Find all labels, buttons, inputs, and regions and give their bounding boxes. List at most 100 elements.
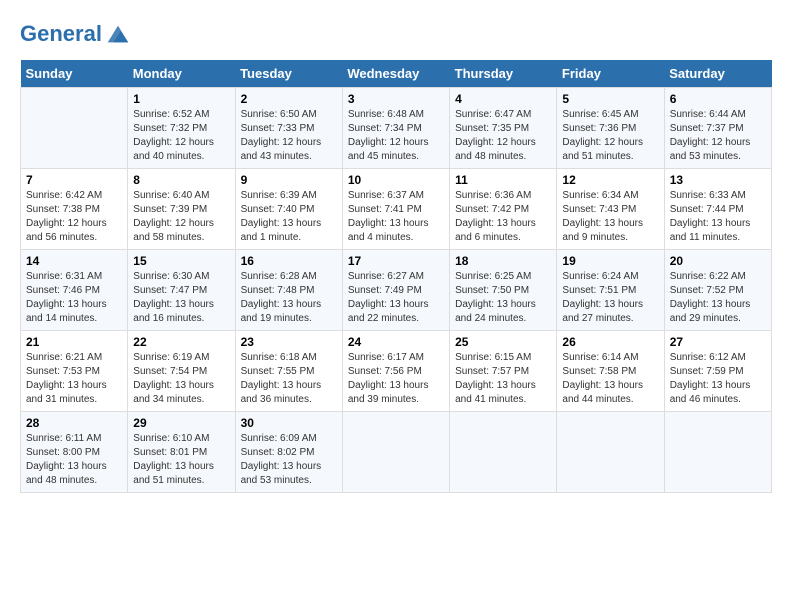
day-number: 17 xyxy=(348,254,444,268)
day-number: 29 xyxy=(133,416,229,430)
day-info: Sunrise: 6:10 AMSunset: 8:01 PMDaylight:… xyxy=(133,432,229,488)
day-number: 22 xyxy=(133,335,229,349)
day-number: 18 xyxy=(455,254,551,268)
calendar-cell: 6 Sunrise: 6:44 AMSunset: 7:37 PMDaylight… xyxy=(664,88,771,169)
calendar-cell: 5Sunrise: 6:45 AMSunset: 7:36 PMDaylight… xyxy=(557,88,664,169)
day-number: 7 xyxy=(26,173,122,187)
logo-icon xyxy=(104,20,132,48)
day-info: Sunrise: 6:24 AMSunset: 7:51 PMDaylight:… xyxy=(562,270,658,326)
day-number: 20 xyxy=(670,254,766,268)
week-row-2: 7 Sunrise: 6:42 AMSunset: 7:38 PMDaylight… xyxy=(21,169,772,250)
day-number: 30 xyxy=(241,416,337,430)
day-number: 25 xyxy=(455,335,551,349)
day-info: Sunrise: 6:25 AMSunset: 7:50 PMDaylight:… xyxy=(455,270,551,326)
calendar-cell xyxy=(664,412,771,493)
day-number: 14 xyxy=(26,254,122,268)
day-info: Sunrise: 6:40 AMSunset: 7:39 PMDaylight:… xyxy=(133,189,229,245)
day-number: 10 xyxy=(348,173,444,187)
calendar-cell: 11 Sunrise: 6:36 AMSunset: 7:42 PMDayligh… xyxy=(450,169,557,250)
day-number: 1 xyxy=(133,92,229,106)
day-number: 13 xyxy=(670,173,766,187)
calendar-cell xyxy=(557,412,664,493)
weekday-thursday: Thursday xyxy=(450,60,557,88)
day-info: Sunrise: 6:52 AMSunset: 7:32 PMDaylight:… xyxy=(133,108,229,164)
weekday-header-row: SundayMondayTuesdayWednesdayThursdayFrid… xyxy=(21,60,772,88)
calendar-cell: 26 Sunrise: 6:14 AMSunset: 7:58 PMDayligh… xyxy=(557,331,664,412)
calendar-cell: 23 Sunrise: 6:18 AMSunset: 7:55 PMDayligh… xyxy=(235,331,342,412)
weekday-friday: Friday xyxy=(557,60,664,88)
calendar-cell: 14 Sunrise: 6:31 AMSunset: 7:46 PMDayligh… xyxy=(21,250,128,331)
day-number: 27 xyxy=(670,335,766,349)
calendar-cell: 27 Sunrise: 6:12 AMSunset: 7:59 PMDayligh… xyxy=(664,331,771,412)
day-info: Sunrise: 6:45 AMSunset: 7:36 PMDaylight:… xyxy=(562,108,658,164)
day-info: Sunrise: 6:18 AMSunset: 7:55 PMDaylight:… xyxy=(241,351,337,407)
day-info: Sunrise: 6:39 AMSunset: 7:40 PMDaylight:… xyxy=(241,189,337,245)
header: General xyxy=(20,20,772,48)
calendar-cell: 1 Sunrise: 6:52 AMSunset: 7:32 PMDaylight… xyxy=(128,88,235,169)
day-info: Sunrise: 6:48 AMSunset: 7:34 PMDaylight:… xyxy=(348,108,444,164)
calendar-cell: 29 Sunrise: 6:10 AMSunset: 8:01 PMDayligh… xyxy=(128,412,235,493)
day-info: Sunrise: 6:11 AMSunset: 8:00 PMDaylight:… xyxy=(26,432,122,488)
day-info: Sunrise: 6:22 AMSunset: 7:52 PMDaylight:… xyxy=(670,270,766,326)
calendar-cell: 24 Sunrise: 6:17 AMSunset: 7:56 PMDayligh… xyxy=(342,331,449,412)
day-number: 19 xyxy=(562,254,658,268)
week-row-4: 21 Sunrise: 6:21 AMSunset: 7:53 PMDayligh… xyxy=(21,331,772,412)
day-number: 21 xyxy=(26,335,122,349)
day-info: Sunrise: 6:17 AMSunset: 7:56 PMDaylight:… xyxy=(348,351,444,407)
day-info: Sunrise: 6:09 AMSunset: 8:02 PMDaylight:… xyxy=(241,432,337,488)
day-info: Sunrise: 6:28 AMSunset: 7:48 PMDaylight:… xyxy=(241,270,337,326)
day-info: Sunrise: 6:37 AMSunset: 7:41 PMDaylight:… xyxy=(348,189,444,245)
day-info: Sunrise: 6:50 AMSunset: 7:33 PMDaylight:… xyxy=(241,108,337,164)
day-number: 6 xyxy=(670,92,766,106)
day-info: Sunrise: 6:42 AMSunset: 7:38 PMDaylight:… xyxy=(26,189,122,245)
calendar-cell: 19 Sunrise: 6:24 AMSunset: 7:51 PMDayligh… xyxy=(557,250,664,331)
day-number: 23 xyxy=(241,335,337,349)
weekday-monday: Monday xyxy=(128,60,235,88)
day-info: Sunrise: 6:47 AMSunset: 7:35 PMDaylight:… xyxy=(455,108,551,164)
day-info: Sunrise: 6:34 AMSunset: 7:43 PMDaylight:… xyxy=(562,189,658,245)
day-number: 8 xyxy=(133,173,229,187)
day-number: 16 xyxy=(241,254,337,268)
day-number: 26 xyxy=(562,335,658,349)
calendar-cell: 10 Sunrise: 6:37 AMSunset: 7:41 PMDayligh… xyxy=(342,169,449,250)
calendar-cell: 7 Sunrise: 6:42 AMSunset: 7:38 PMDaylight… xyxy=(21,169,128,250)
calendar-cell: 28 Sunrise: 6:11 AMSunset: 8:00 PMDayligh… xyxy=(21,412,128,493)
week-row-3: 14 Sunrise: 6:31 AMSunset: 7:46 PMDayligh… xyxy=(21,250,772,331)
day-number: 15 xyxy=(133,254,229,268)
week-row-5: 28 Sunrise: 6:11 AMSunset: 8:00 PMDayligh… xyxy=(21,412,772,493)
day-info: Sunrise: 6:44 AMSunset: 7:37 PMDaylight:… xyxy=(670,108,766,164)
day-info: Sunrise: 6:12 AMSunset: 7:59 PMDaylight:… xyxy=(670,351,766,407)
calendar-cell: 3 Sunrise: 6:48 AMSunset: 7:34 PMDaylight… xyxy=(342,88,449,169)
calendar-cell: 12 Sunrise: 6:34 AMSunset: 7:43 PMDayligh… xyxy=(557,169,664,250)
day-number: 28 xyxy=(26,416,122,430)
day-info: Sunrise: 6:21 AMSunset: 7:53 PMDaylight:… xyxy=(26,351,122,407)
day-info: Sunrise: 6:19 AMSunset: 7:54 PMDaylight:… xyxy=(133,351,229,407)
day-number: 12 xyxy=(562,173,658,187)
calendar-table: SundayMondayTuesdayWednesdayThursdayFrid… xyxy=(20,60,772,493)
calendar-cell: 18 Sunrise: 6:25 AMSunset: 7:50 PMDayligh… xyxy=(450,250,557,331)
day-info: Sunrise: 6:33 AMSunset: 7:44 PMDaylight:… xyxy=(670,189,766,245)
calendar-cell: 21 Sunrise: 6:21 AMSunset: 7:53 PMDayligh… xyxy=(21,331,128,412)
day-number: 3 xyxy=(348,92,444,106)
day-number: 24 xyxy=(348,335,444,349)
day-number: 2 xyxy=(241,92,337,106)
calendar-cell: 8 Sunrise: 6:40 AMSunset: 7:39 PMDaylight… xyxy=(128,169,235,250)
calendar-cell: 2 Sunrise: 6:50 AMSunset: 7:33 PMDaylight… xyxy=(235,88,342,169)
weekday-sunday: Sunday xyxy=(21,60,128,88)
logo-text: General xyxy=(20,22,102,46)
weekday-saturday: Saturday xyxy=(664,60,771,88)
calendar-cell: 15 Sunrise: 6:30 AMSunset: 7:47 PMDayligh… xyxy=(128,250,235,331)
logo: General xyxy=(20,20,132,48)
calendar-cell: 16 Sunrise: 6:28 AMSunset: 7:48 PMDayligh… xyxy=(235,250,342,331)
calendar-cell: 25Sunrise: 6:15 AMSunset: 7:57 PMDayligh… xyxy=(450,331,557,412)
page: General SundayMondayTuesdayWednesdayThur… xyxy=(0,0,792,612)
day-info: Sunrise: 6:27 AMSunset: 7:49 PMDaylight:… xyxy=(348,270,444,326)
day-info: Sunrise: 6:30 AMSunset: 7:47 PMDaylight:… xyxy=(133,270,229,326)
day-info: Sunrise: 6:36 AMSunset: 7:42 PMDaylight:… xyxy=(455,189,551,245)
calendar-cell: 9Sunrise: 6:39 AMSunset: 7:40 PMDaylight… xyxy=(235,169,342,250)
day-info: Sunrise: 6:14 AMSunset: 7:58 PMDaylight:… xyxy=(562,351,658,407)
day-number: 11 xyxy=(455,173,551,187)
day-info: Sunrise: 6:31 AMSunset: 7:46 PMDaylight:… xyxy=(26,270,122,326)
day-number: 4 xyxy=(455,92,551,106)
calendar-cell xyxy=(342,412,449,493)
